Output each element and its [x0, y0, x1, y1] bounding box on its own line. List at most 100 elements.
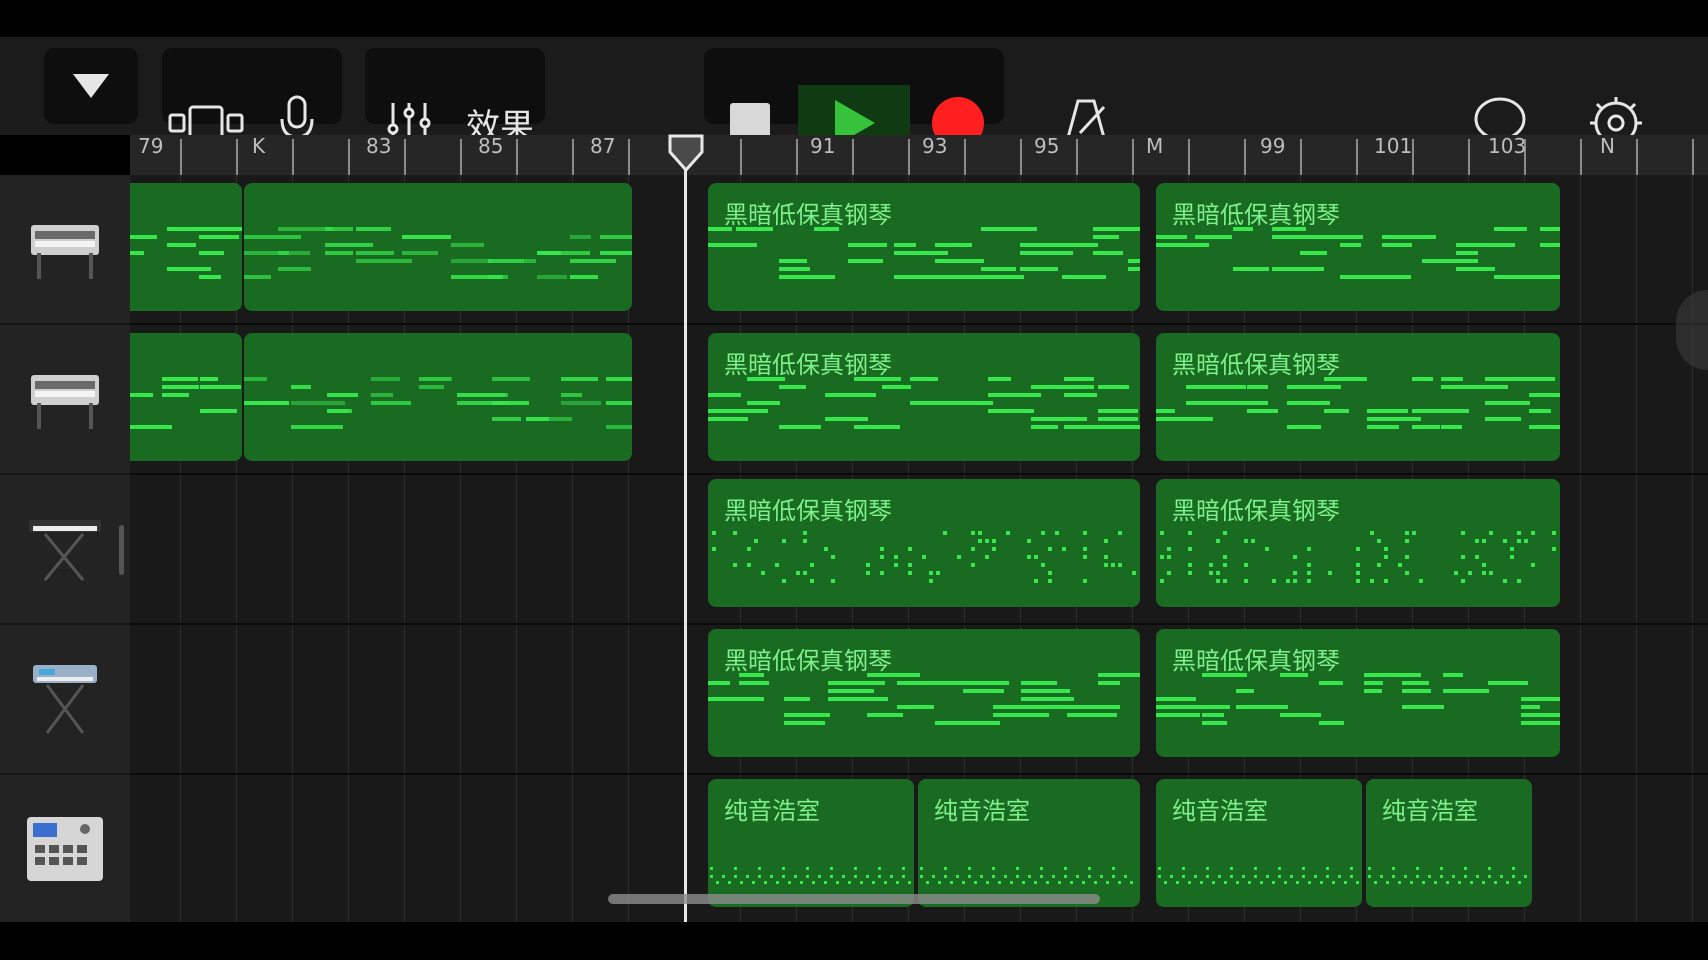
midi-note: [1531, 531, 1535, 535]
midi-note: [910, 401, 952, 405]
midi-note: [988, 393, 1026, 397]
drum-hit: [1004, 875, 1007, 878]
track-headers: [0, 175, 130, 925]
track-header-1[interactable]: [0, 175, 130, 325]
midi-note: [1382, 235, 1436, 239]
midi-note: [867, 713, 903, 717]
drum-hit: [1410, 881, 1413, 884]
drum-region[interactable]: 纯音浩室: [918, 779, 1140, 907]
midi-note: [747, 377, 785, 381]
piano-region[interactable]: 黑暗低保真钢琴: [708, 183, 1140, 311]
track-arrangement[interactable]: 黑暗低保真钢琴 黑暗低保真钢琴 黑暗低保真钢琴 黑暗低保真钢琴 黑暗低保真钢琴 黑暗低保真…: [130, 175, 1708, 922]
midi-note: [1251, 539, 1255, 543]
browser-toggle-button[interactable]: [44, 48, 138, 124]
piano-region[interactable]: 黑暗低保真钢琴: [1156, 183, 1560, 311]
drum-hit: [1082, 881, 1085, 884]
track-resize-handle[interactable]: [119, 525, 124, 575]
midi-note: [708, 393, 741, 397]
ruler-label: 99: [1260, 135, 1286, 158]
drum-hit: [1284, 881, 1287, 884]
midi-note: [1118, 531, 1122, 535]
midi-note: [1328, 571, 1332, 575]
track-header-2[interactable]: [0, 325, 130, 475]
drum-hit: [1398, 881, 1401, 884]
midi-note: [1132, 571, 1136, 575]
piano-region[interactable]: [244, 183, 632, 311]
midi-note: [1377, 563, 1381, 567]
timeline-ruler[interactable]: 79 K 83 85 87 91 93 95 M 99 101 103 N: [130, 135, 1708, 175]
drum-hit: [1350, 875, 1353, 878]
midi-note: [492, 401, 529, 405]
midi-note: [1422, 259, 1453, 263]
midi-note: [1217, 385, 1246, 389]
midi-note: [712, 531, 716, 535]
horizontal-scrollbar[interactable]: [608, 894, 1100, 904]
midi-note: [200, 385, 241, 389]
drum-hit: [1326, 875, 1329, 878]
ruler-tick: [1356, 139, 1358, 175]
midi-note: [1367, 425, 1399, 429]
drum-hit: [1230, 867, 1233, 870]
piano-region[interactable]: [244, 333, 632, 461]
midi-note: [1188, 563, 1192, 567]
midi-note: [908, 547, 912, 551]
piano-region[interactable]: 黑暗低保真钢琴: [1156, 479, 1560, 607]
track-header-3[interactable]: [0, 475, 130, 625]
drum-region[interactable]: 纯音浩室: [708, 779, 914, 907]
midi-note: [848, 259, 883, 263]
piano-region[interactable]: [130, 333, 242, 461]
midi-note: [371, 401, 411, 405]
midi-note: [1233, 267, 1269, 271]
midi-note: [1461, 579, 1465, 583]
ruler-tick: [460, 139, 462, 175]
track-header-5[interactable]: [0, 775, 130, 925]
region-name: 黑暗低保真钢琴: [724, 647, 892, 675]
midi-note: [244, 377, 267, 381]
drum-hit: [938, 881, 941, 884]
drum-hit: [962, 881, 965, 884]
piano-region[interactable]: 黑暗低保真钢琴: [708, 629, 1140, 757]
drum-hit: [1452, 875, 1455, 878]
drum-hit: [908, 881, 911, 884]
midi-note: [1405, 555, 1409, 559]
drum-hit: [860, 881, 863, 884]
midi-note: [1412, 377, 1433, 381]
piano-region[interactable]: 黑暗低保真钢琴: [1156, 333, 1560, 461]
midi-note: [199, 235, 239, 239]
midi-note: [708, 417, 748, 421]
midi-note: [992, 539, 996, 543]
piano-region[interactable]: 黑暗低保真钢琴: [708, 479, 1140, 607]
drum-hit: [1518, 881, 1521, 884]
drum-hit: [1218, 875, 1221, 878]
midi-note: [894, 275, 938, 279]
midi-note: [1364, 681, 1383, 685]
midi-note: [810, 563, 814, 567]
midi-note: [1098, 425, 1140, 429]
midi-note: [1454, 571, 1458, 575]
midi-note: [1485, 377, 1532, 381]
midi-note: [1485, 385, 1508, 389]
midi-note: [1265, 547, 1269, 551]
midi-note: [784, 697, 810, 701]
region-name: 纯音浩室: [934, 797, 1030, 825]
drum-hit: [1076, 875, 1079, 878]
midi-note: [775, 563, 779, 567]
drum-hit: [872, 881, 875, 884]
midi-note: [882, 425, 900, 429]
midi-note: [199, 251, 224, 255]
drum-region[interactable]: 纯音浩室: [1156, 779, 1362, 907]
piano-region[interactable]: 黑暗低保真钢琴: [708, 333, 1140, 461]
midi-note: [1062, 243, 1098, 247]
drum-hit: [1206, 875, 1209, 878]
playhead-handle[interactable]: [666, 134, 706, 172]
midi-note: [867, 673, 920, 677]
piano-region[interactable]: [130, 183, 242, 311]
midi-note: [1216, 539, 1220, 543]
piano-region[interactable]: 黑暗低保真钢琴: [1156, 629, 1560, 757]
drum-region[interactable]: 纯音浩室: [1366, 779, 1532, 907]
track-header-4[interactable]: [0, 625, 130, 775]
midi-note: [291, 425, 343, 429]
ruler-tick: [1020, 139, 1022, 175]
midi-note: [1062, 547, 1066, 551]
drum-hit: [1464, 875, 1467, 878]
